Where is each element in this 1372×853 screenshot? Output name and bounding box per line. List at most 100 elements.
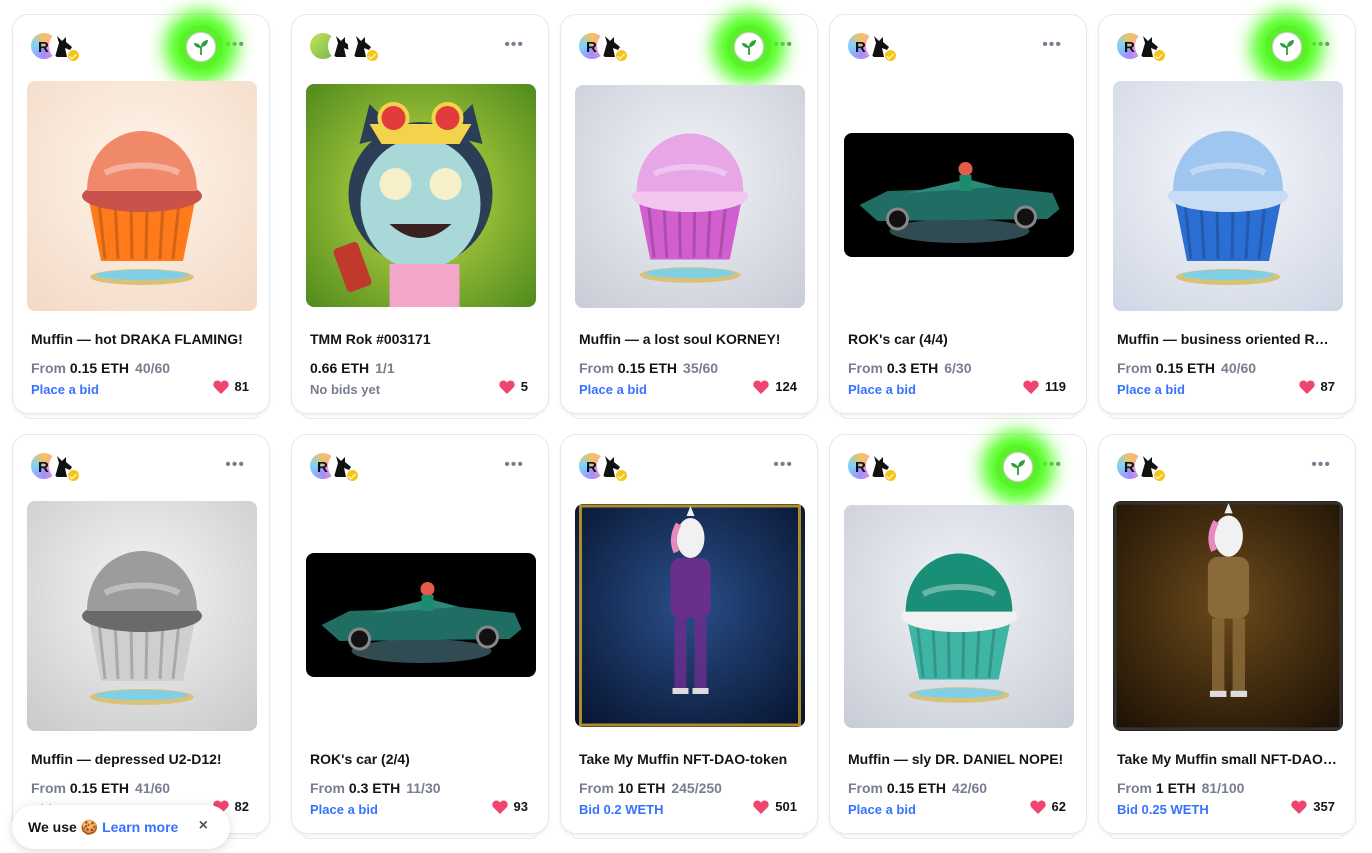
like-button[interactable]: 81 [212, 379, 249, 394]
like-button[interactable]: 5 [499, 379, 528, 394]
nft-image[interactable] [306, 553, 536, 677]
heart-icon [1291, 799, 1307, 814]
price-value: 0.15 ETH [617, 360, 678, 376]
like-button[interactable]: 501 [753, 799, 797, 814]
boost-badge[interactable] [179, 25, 223, 69]
more-dots-icon[interactable]: ••• [225, 37, 245, 53]
heart-icon [212, 379, 229, 394]
nft-image[interactable] [1113, 501, 1343, 731]
like-button[interactable]: 62 [1029, 799, 1066, 814]
price-prefix: From [1117, 360, 1152, 376]
nft-image[interactable] [844, 133, 1074, 257]
card-header: R ••• [577, 451, 801, 483]
bid-link[interactable]: Place a bid [31, 382, 99, 397]
like-count: 5 [520, 379, 528, 394]
card-header: R ••• [1115, 451, 1339, 483]
like-count: 62 [1051, 799, 1066, 814]
nft-title[interactable]: Muffin — business oriented ROCKY! [1117, 331, 1339, 347]
nft-title[interactable]: Muffin — hot DRAKA FLAMING! [31, 331, 253, 347]
heart-icon [1298, 379, 1315, 394]
card-header: R ••• [29, 451, 253, 483]
nft-title[interactable]: Muffin — a lost soul KORNEY! [579, 331, 801, 347]
nft-image[interactable] [844, 505, 1074, 728]
verified-check-icon [366, 49, 379, 62]
nft-title[interactable]: Take My Muffin NFT-DAO-token [579, 751, 801, 767]
edition-count: 40/60 [1221, 360, 1257, 376]
bid-link[interactable]: Bid 0.2 WETH [579, 802, 664, 817]
nft-card[interactable]: R ••• Muffin — sly DR. DANIEL NOPE! From 0… [829, 434, 1087, 839]
price-value: 0.15 ETH [1155, 360, 1216, 376]
nft-title[interactable]: ROK's car (2/4) [310, 751, 532, 767]
card-header: R ••• [846, 445, 1070, 489]
nft-image[interactable] [575, 504, 805, 727]
price-line: From 1 ETH 81/100 [1117, 780, 1244, 796]
nft-card[interactable]: R ••• Muffin — a lost soul KORNEY! From 0.… [560, 14, 818, 419]
nft-card[interactable]: ••• TMM Rok #003171 0.66 ETH 1/1 No bids y… [291, 14, 549, 419]
edition-count: 1/1 [375, 360, 395, 376]
boost-badge[interactable] [727, 25, 771, 69]
nft-image[interactable] [27, 501, 257, 731]
nft-title[interactable]: ROK's car (4/4) [848, 331, 1070, 347]
more-dots-icon[interactable]: ••• [1042, 457, 1062, 473]
like-button[interactable]: 357 [1291, 799, 1335, 814]
verified-check-icon [346, 469, 359, 482]
verified-check-icon [615, 469, 628, 482]
edition-count: 35/60 [683, 360, 719, 376]
price-prefix: From [848, 360, 883, 376]
bid-link[interactable]: Bid 0.25 WETH [1117, 802, 1209, 817]
bid-link[interactable]: Place a bid [579, 382, 647, 397]
more-dots-icon[interactable]: ••• [1311, 37, 1331, 53]
price-line: From 0.3 ETH 6/30 [848, 360, 972, 376]
nft-card[interactable]: R••• Take My Muffin small NFT-DAO-token F… [1098, 434, 1356, 839]
boost-badge[interactable] [1265, 25, 1309, 69]
nft-title[interactable]: Muffin — sly DR. DANIEL NOPE! [848, 751, 1070, 767]
nft-card[interactable]: R ••• Muffin — depressed U2-D12! From 0.15… [12, 434, 270, 839]
bid-link[interactable]: Place a bid [848, 382, 916, 397]
price-value: 0.66 ETH [310, 360, 370, 376]
nft-image[interactable] [575, 85, 805, 308]
nft-title[interactable]: Muffin — depressed U2-D12! [31, 751, 253, 767]
bid-link[interactable]: Place a bid [310, 802, 378, 817]
boost-badge[interactable] [996, 445, 1040, 489]
nft-title[interactable]: TMM Rok #003171 [310, 331, 532, 347]
heart-icon [753, 799, 769, 814]
card-header: R ••• [1115, 25, 1339, 69]
card-header: ••• [308, 31, 532, 63]
price-value: 0.15 ETH [69, 360, 130, 376]
nft-card[interactable]: R ••• ROK's car (4/4) From 0.3 ETH 6/30 Plac… [829, 14, 1087, 419]
more-dots-icon[interactable]: ••• [1311, 457, 1331, 473]
price-value: 0.15 ETH [69, 780, 130, 796]
nft-title[interactable]: Take My Muffin small NFT-DAO-token [1117, 751, 1339, 767]
bid-link[interactable]: Place a bid [1117, 382, 1185, 397]
nft-image[interactable] [1113, 81, 1343, 311]
more-dots-icon[interactable]: ••• [773, 457, 793, 473]
like-button[interactable]: 93 [491, 799, 528, 814]
like-button[interactable]: 119 [1023, 379, 1066, 394]
more-dots-icon[interactable]: ••• [1042, 37, 1062, 53]
nft-card[interactable]: R ••• Take My Muffin NFT-DAO-token From 10… [560, 434, 818, 839]
nft-card[interactable]: R ••• ROK's car (2/4) From 0.3 ETH 11/30 Pla… [291, 434, 549, 839]
more-dots-icon[interactable]: ••• [225, 457, 245, 473]
nft-image[interactable] [306, 84, 536, 307]
more-dots-icon[interactable]: ••• [773, 37, 793, 53]
bid-link[interactable]: Place a bid [848, 802, 916, 817]
learn-more-link[interactable]: Learn more [102, 819, 178, 835]
nft-card[interactable]: R ••• Muffin — hot DRAKA FLAMING! From 0.1… [12, 14, 270, 419]
card-header: R ••• [308, 451, 532, 483]
close-icon[interactable]: × [199, 817, 208, 835]
like-button[interactable]: 87 [1298, 379, 1335, 394]
heart-icon [499, 379, 515, 394]
price-prefix: From [1117, 780, 1152, 796]
like-button[interactable]: 124 [753, 379, 797, 394]
card-header: R ••• [846, 31, 1070, 63]
price-line: From 0.15 ETH 40/60 [1117, 360, 1256, 376]
verified-check-icon [67, 49, 80, 62]
like-count: 82 [234, 799, 249, 814]
more-dots-icon[interactable]: ••• [504, 457, 524, 473]
nft-image[interactable] [27, 81, 257, 311]
nft-card[interactable]: R ••• Muffin — business oriented ROCKY! Fr… [1098, 14, 1356, 419]
sprout-icon [734, 32, 764, 62]
like-count: 501 [775, 799, 797, 814]
more-dots-icon[interactable]: ••• [504, 37, 524, 53]
bid-status: No bids yet [310, 382, 381, 397]
